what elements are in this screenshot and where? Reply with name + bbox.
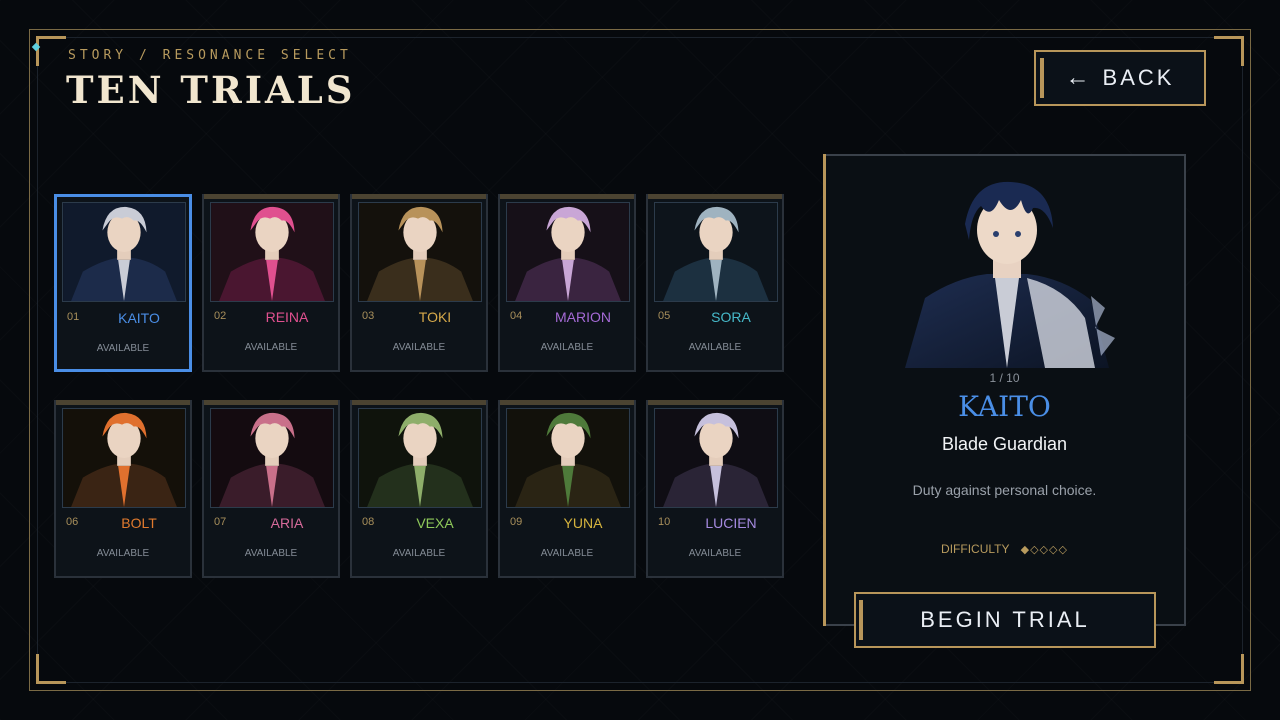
- begin-trial-label: BEGIN TRIAL: [920, 607, 1090, 632]
- card-number: 10: [658, 516, 671, 528]
- card-number: 08: [362, 516, 375, 528]
- character-card-lucien[interactable]: 10 LUCIEN AVAILABLE: [646, 400, 784, 578]
- card-name: MARION: [555, 309, 611, 325]
- character-card-reina[interactable]: 02 REINA AVAILABLE: [202, 194, 340, 372]
- card-status: AVAILABLE: [540, 548, 594, 559]
- card-number: 06: [66, 516, 79, 528]
- character-card-kaito[interactable]: 01 KAITO AVAILABLE: [54, 194, 192, 372]
- difficulty-label: DIFFICULTY: [941, 542, 1010, 556]
- back-button-label: BACK: [1102, 65, 1175, 90]
- card-status: AVAILABLE: [540, 342, 594, 353]
- character-portrait: [358, 408, 482, 508]
- card-name: REINA: [265, 309, 309, 325]
- card-name: YUNA: [563, 515, 603, 531]
- character-index: 1 / 10: [989, 371, 1020, 385]
- card-name: BOLT: [121, 515, 157, 531]
- character-portrait: [358, 202, 482, 302]
- card-name: KAITO: [118, 310, 160, 326]
- card-status: AVAILABLE: [392, 548, 446, 559]
- character-quote: Duty against personal choice.: [912, 482, 1097, 498]
- character-detail-panel: 1 / 10 KAITO Blade Guardian Duty against…: [823, 154, 1186, 626]
- difficulty-rating: ◆◇◇◇◇: [1020, 544, 1068, 556]
- character-card-bolt[interactable]: 06 BOLT AVAILABLE: [54, 400, 192, 578]
- frame-corner-bottom-right: [1214, 654, 1244, 684]
- character-portrait: [506, 408, 630, 508]
- card-status: AVAILABLE: [96, 548, 150, 559]
- card-name: TOKI: [418, 309, 452, 325]
- character-card-toki[interactable]: 03 TOKI AVAILABLE: [350, 194, 488, 372]
- arrow-left-icon: ←: [1065, 64, 1093, 91]
- character-portrait: [210, 202, 334, 302]
- character-portrait: [654, 202, 778, 302]
- breadcrumb: STORY / RESONANCE SELECT: [68, 48, 352, 63]
- back-button[interactable]: ← BACK: [1034, 50, 1206, 106]
- character-card-aria[interactable]: 07 ARIA AVAILABLE: [202, 400, 340, 578]
- character-role: Blade Guardian: [941, 434, 1068, 454]
- card-status: AVAILABLE: [392, 342, 446, 353]
- card-status: AVAILABLE: [244, 548, 298, 559]
- character-name: KAITO: [958, 390, 1051, 423]
- card-name: VEXA: [416, 515, 454, 531]
- card-number: 09: [510, 516, 523, 528]
- card-status: AVAILABLE: [96, 343, 150, 354]
- character-portrait: [210, 408, 334, 508]
- begin-trial-button[interactable]: BEGIN TRIAL: [854, 592, 1156, 648]
- frame-corner-top-left: [36, 36, 66, 66]
- card-number: 04: [510, 310, 523, 322]
- card-status: AVAILABLE: [244, 342, 298, 353]
- character-card-vexa[interactable]: 08 VEXA AVAILABLE: [350, 400, 488, 578]
- frame-corner-top-right: [1214, 36, 1244, 66]
- character-portrait: [654, 408, 778, 508]
- character-portrait-large: [905, 181, 1115, 368]
- character-portrait: [62, 202, 186, 302]
- card-number: 03: [362, 310, 375, 322]
- character-card-sora[interactable]: 05 SORA AVAILABLE: [646, 194, 784, 372]
- page-title: TEN TRIALS: [66, 68, 356, 112]
- card-number: 01: [67, 311, 80, 323]
- character-portrait: [506, 202, 630, 302]
- frame-corner-bottom-left: [36, 654, 66, 684]
- card-number: 02: [214, 310, 227, 322]
- card-status: AVAILABLE: [688, 342, 742, 353]
- difficulty-row: DIFFICULTY ◆◇◇◇◇: [825, 542, 1184, 556]
- card-number: 05: [658, 310, 671, 322]
- card-number: 07: [214, 516, 227, 528]
- card-status: AVAILABLE: [688, 548, 742, 559]
- character-card-yuna[interactable]: 09 YUNA AVAILABLE: [498, 400, 636, 578]
- character-card-marion[interactable]: 04 MARION AVAILABLE: [498, 194, 636, 372]
- card-name: LUCIEN: [705, 515, 757, 531]
- card-name: ARIA: [270, 515, 304, 531]
- card-name: SORA: [711, 309, 751, 325]
- character-portrait: [62, 408, 186, 508]
